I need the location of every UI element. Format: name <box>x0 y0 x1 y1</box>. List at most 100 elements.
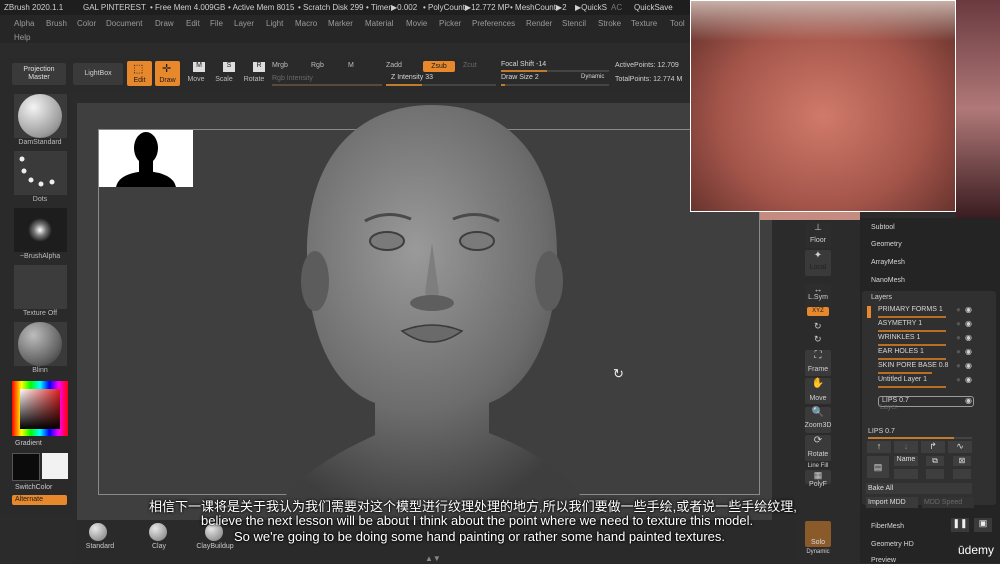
picture-button[interactable]: ▣ <box>974 518 992 532</box>
mrgb-button[interactable]: Mrgb <box>272 62 288 69</box>
eye-icon[interactable]: ◉ <box>965 347 972 356</box>
layer-strength-bar[interactable] <box>878 344 946 346</box>
lips-intensity-track[interactable] <box>868 437 972 439</box>
alpha-slot[interactable] <box>14 208 67 252</box>
switchcolor-button[interactable]: SwitchColor <box>15 484 52 491</box>
layer-slider[interactable]: Layer <box>880 404 898 411</box>
menu-render[interactable]: Render <box>526 19 552 28</box>
layer-record-icon[interactable]: ● <box>956 375 961 384</box>
draw-button[interactable]: ✛ Draw <box>155 61 180 86</box>
layer-option-a[interactable] <box>894 469 918 479</box>
pause-button[interactable]: ❚❚ <box>951 518 969 532</box>
draw-size-track[interactable] <box>501 84 609 86</box>
layers-scrollbar[interactable] <box>867 306 871 318</box>
focal-shift-track[interactable] <box>501 70 609 72</box>
menu-material[interactable]: Material <box>365 19 393 28</box>
rotate-button[interactable]: R Rotate <box>241 61 267 86</box>
document-canvas[interactable]: ↻ <box>77 103 772 520</box>
import-mdd-button[interactable]: Import MDD <box>866 497 918 508</box>
z-intensity-track[interactable] <box>386 84 496 86</box>
zoom3d-button[interactable]: 🔍 <box>805 407 831 433</box>
rgb-intensity-track[interactable] <box>272 84 382 86</box>
alternate-button[interactable]: Alternate <box>12 495 67 505</box>
menu-preferences[interactable]: Preferences <box>472 19 515 28</box>
linefill-button[interactable]: Line Fill <box>800 463 836 469</box>
layer-strength-bar[interactable] <box>878 386 946 388</box>
standard-brush-icon[interactable] <box>89 523 107 541</box>
edit-button[interactable]: ⬚ Edit <box>127 61 152 86</box>
rotate-y-icon[interactable]: ↻ <box>814 321 822 332</box>
floor-button[interactable]: ⊥ <box>805 222 831 248</box>
m-button[interactable]: M <box>348 62 354 69</box>
geometry-hd-menu[interactable]: Geometry HD <box>871 541 914 548</box>
shelf-toggle-icon[interactable]: ▲▼ <box>425 554 441 563</box>
ac-label[interactable]: AC <box>611 3 622 12</box>
menu-stencil[interactable]: Stencil <box>562 19 586 28</box>
menu-file[interactable]: File <box>210 19 223 28</box>
menu-marker[interactable]: Marker <box>328 19 353 28</box>
nanomesh-menu[interactable]: NanoMesh <box>871 277 905 284</box>
menu-light[interactable]: Light <box>266 19 283 28</box>
menu-macro[interactable]: Macro <box>295 19 317 28</box>
menu-stroke[interactable]: Stroke <box>598 19 621 28</box>
layer-strength-bar[interactable] <box>878 316 946 318</box>
rgb-button[interactable]: Rgb <box>311 62 324 69</box>
eye-icon[interactable]: ◉ <box>965 319 972 328</box>
xyz-button[interactable]: XYZ <box>807 307 829 316</box>
layer-record-icon[interactable]: ● <box>956 305 961 314</box>
layer-option-b[interactable] <box>926 469 944 479</box>
zadd-button[interactable]: Zadd <box>386 62 402 69</box>
eye-icon[interactable]: ◉ <box>965 305 972 314</box>
menu-document[interactable]: Document <box>106 19 142 28</box>
layer-row[interactable]: Untitled Layer 1 ● <box>878 375 961 388</box>
draw-size-slider[interactable]: Draw Size 2 <box>501 74 539 81</box>
fibermesh-menu[interactable]: FiberMesh <box>871 523 904 530</box>
standard-brush-label[interactable]: Standard <box>80 543 120 550</box>
material-slot[interactable] <box>14 322 67 366</box>
layer-row[interactable]: SKIN PORE BASE 0.8 ● <box>878 361 961 374</box>
rgb-intensity-slider[interactable]: Rgb Intensity <box>272 75 313 82</box>
menu-help[interactable]: Help <box>14 33 30 42</box>
color-picker[interactable] <box>12 381 68 436</box>
menu-tool[interactable]: Tool <box>670 19 685 28</box>
menu-draw[interactable]: Draw <box>155 19 174 28</box>
brush-slot[interactable] <box>14 94 67 138</box>
duplicate-layer-button[interactable]: ⧉ <box>926 456 944 466</box>
local-button[interactable]: ✦ <box>805 250 831 276</box>
quicksave-button[interactable]: QuickSave <box>634 3 673 12</box>
menu-texture[interactable]: Texture <box>631 19 657 28</box>
scale-button[interactable]: S Scale <box>212 61 236 86</box>
layer-row[interactable]: EAR HOLES 1 ● <box>878 347 961 360</box>
color-picker-square[interactable] <box>20 389 60 429</box>
eye-icon[interactable]: ◉ <box>965 375 972 384</box>
subtool-menu[interactable]: Subtool <box>871 224 895 231</box>
menu-picker[interactable]: Picker <box>439 19 461 28</box>
menu-alpha[interactable]: Alpha <box>14 19 34 28</box>
layer-strength-bar[interactable] <box>878 330 946 332</box>
layer-record-icon[interactable]: ● <box>956 347 961 356</box>
eye-icon[interactable]: ◉ <box>965 361 972 370</box>
z-intensity-slider[interactable]: Z Intensity 33 <box>391 74 433 81</box>
layer-row[interactable]: ASYMETRY 1 ● <box>878 319 961 332</box>
stroke-slot[interactable] <box>14 151 67 195</box>
move-button[interactable]: M Move <box>184 61 208 86</box>
eye-icon[interactable]: ◉ <box>965 396 972 405</box>
sculpt-head-model[interactable] <box>267 103 597 520</box>
delete-layer-button[interactable]: ⊠ <box>953 456 971 466</box>
layer-record-icon[interactable]: ● <box>956 319 961 328</box>
bake-all-button[interactable]: Bake All <box>866 483 972 494</box>
menu-movie[interactable]: Movie <box>406 19 427 28</box>
quicks[interactable]: ▶QuickS <box>575 3 607 12</box>
layers-title[interactable]: Layers <box>871 294 892 301</box>
rotate-z-icon[interactable]: ↻ <box>814 334 822 345</box>
mdd-speed-slider[interactable]: MDD Speed <box>922 497 974 508</box>
clay-brush-label[interactable]: Clay <box>139 543 179 550</box>
focal-shift-slider[interactable]: Focal Shift -14 <box>501 61 546 68</box>
menu-brush[interactable]: Brush <box>46 19 67 28</box>
dynamic-toggle[interactable]: Dynamic <box>581 74 604 80</box>
gradient-label[interactable]: Gradient <box>15 440 42 447</box>
clay-brush-icon[interactable] <box>149 523 167 541</box>
new-layer-button[interactable]: ▤ <box>867 456 889 478</box>
main-color-swatch[interactable] <box>12 453 40 481</box>
projection-master-button[interactable]: Projection Master <box>12 63 66 85</box>
